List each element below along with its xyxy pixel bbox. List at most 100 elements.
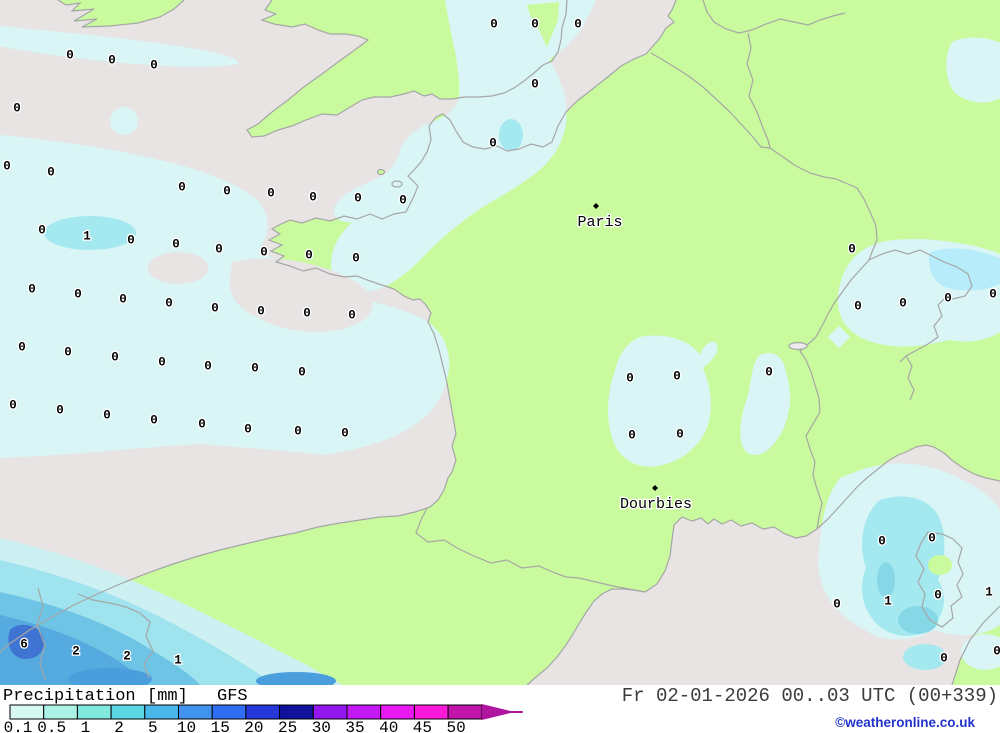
map-value-label: 6 [20,638,28,652]
map-value-label: 0 [490,18,498,32]
legend-tick-label: 50 [446,719,465,733]
map-value-label: 0 [399,194,407,208]
legend-tick-label: 15 [211,719,230,733]
map-value-label: 0 [352,252,360,266]
legend-color-stop [245,704,281,720]
land-corsica-gap [928,555,952,575]
legend-color-stop [43,704,78,720]
legend-tick-label: 5 [148,719,158,733]
map-value-label: 0 [204,360,212,374]
legend-tick-label: 25 [278,719,297,733]
precip-channel-spot [499,119,523,151]
timestamp: Fr 02-01-2026 00..03 UTC (00+339) [622,685,998,707]
map-value-label: 0 [940,652,948,666]
map-value-label: 0 [103,409,111,423]
map-value-label: 0 [676,428,684,442]
map-value-label: 0 [150,414,158,428]
map-value-label: 0 [178,181,186,195]
map-value-label: 0 [56,404,64,418]
map-value-label: 0 [673,370,681,384]
legend-tick-label: 30 [312,719,331,733]
sea-gap [148,252,208,284]
map-value-label: 1 [83,230,91,244]
map-value-label: 0 [993,645,1000,659]
map-value-label: 0 [928,532,936,546]
map-value-label: 0 [111,351,119,365]
map-value-label: 0 [294,425,302,439]
map-value-label: 1 [884,595,892,609]
legend-color-stop [211,704,247,720]
map-value-label: 0 [934,589,942,603]
legend-colorbar [9,704,523,720]
map-value-label: 0 [989,288,997,302]
map-value-label: 0 [628,429,636,443]
map-value-label: 0 [3,160,11,174]
map-value-label: 0 [64,346,72,360]
map-value-label: 2 [123,650,131,664]
legend-color-stop [110,704,146,720]
legend-tick-label: 40 [379,719,398,733]
legend-color-stop [346,704,382,720]
map-value-label: 0 [854,300,862,314]
map-value-label: 0 [878,535,886,549]
map-value-label: 1 [985,586,993,600]
precipitation-map: 0 0 00 0 000 00 0 0 0 0 0000 1 0 0 0 0 0 00 0 0 0 0 0 0 00 0 0 0 0 0 0… [0,0,1000,733]
map-value-label: 0 [765,366,773,380]
map-value-label: 0 [66,49,74,63]
map-value-label: 0 [13,102,21,116]
map-value-label: 0 [531,18,539,32]
copyright-link[interactable]: ©weatheronline.co.uk [835,715,975,730]
map-value-label: 0 [348,309,356,323]
map-value-label: 0 [944,292,952,306]
map-value-label: 2 [72,645,80,659]
legend-color-stop [9,704,45,720]
legend-tick-label: 1 [81,719,91,733]
legend-color-stop [144,704,180,720]
map-value-label: 0 [47,166,55,180]
map-value-label: 0 [9,399,17,413]
legend-color-stop [279,704,314,720]
map-value-label: 0 [150,59,158,73]
map-value-label: 0 [489,137,497,151]
legend-tick-label: 20 [244,719,263,733]
map-value-label: 0 [28,283,36,297]
legend-tick-label: 10 [177,719,196,733]
map-value-label: 0 [198,418,206,432]
map-value-label: 0 [848,243,856,257]
map-value-label: 0 [626,372,634,386]
map-value-label: 0 [119,293,127,307]
map-value-label: 0 [172,238,180,252]
legend-color-stop [76,704,112,720]
map-value-label: 0 [303,307,311,321]
city-label-dourbies: Dourbies [620,496,692,513]
map-value-label: 0 [18,341,26,355]
legend-model: GFS [217,687,248,706]
precip-spot [110,107,138,135]
legend-tick-label: 0.5 [37,719,66,733]
legend-color-stop [447,704,483,720]
map-value-label: 0 [309,191,317,205]
map-value-label: 0 [251,362,259,376]
map-value-label: 0 [574,18,582,32]
map-value-label: 0 [215,243,223,257]
legend-tick-label: 35 [345,719,364,733]
map-value-label: 0 [899,297,907,311]
map-value-label: 0 [127,234,135,248]
map-value-label: 0 [341,427,349,441]
legend-color-stop [312,704,348,720]
map-value-label: 0 [267,187,275,201]
precip-teal-spot [898,606,938,634]
map-value-label: 0 [531,78,539,92]
map-value-label: 0 [74,288,82,302]
map-value-label: 0 [158,356,166,370]
map-value-label: 0 [833,598,841,612]
map-value-label: 0 [165,297,173,311]
map-value-label: 0 [354,192,362,206]
legend-color-stop [178,704,213,720]
map-value-label: 0 [260,246,268,260]
legend-unit: [mm] [147,687,188,706]
legend-tick-label: 0.1 [4,719,33,733]
map-value-label: 0 [257,305,265,319]
weather-map-screenshot: 0000000000000000001000000000000000000000… [0,0,1000,733]
legend-tick-label: 2 [114,719,124,733]
